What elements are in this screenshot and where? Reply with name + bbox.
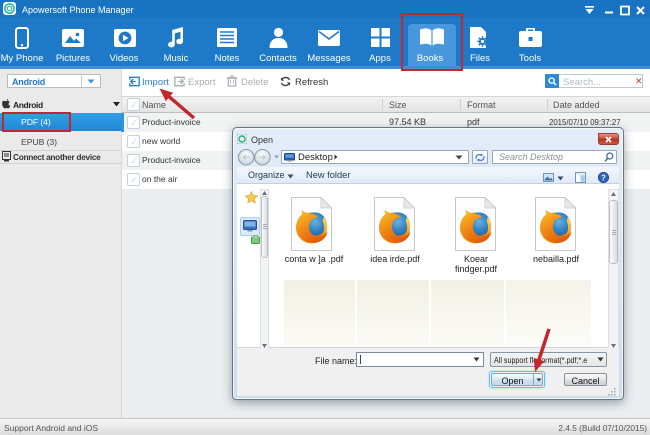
svg-text:?: ? (601, 173, 606, 182)
